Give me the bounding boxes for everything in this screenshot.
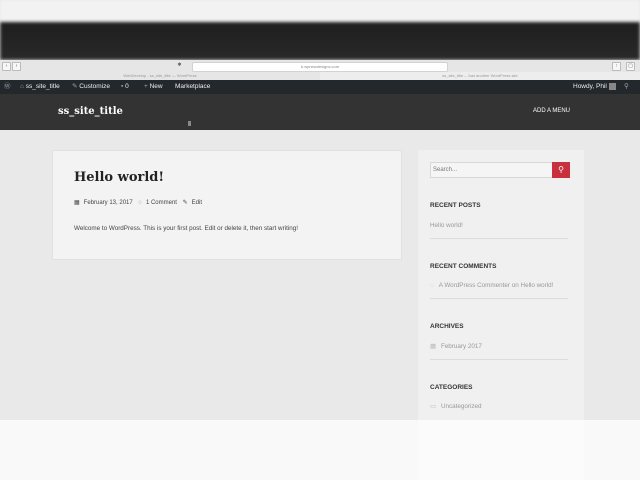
tab-strip: WebDevelop - ss_site_title — WordPress s… <box>0 72 640 80</box>
divider <box>430 238 568 239</box>
comment-icon: ◌ <box>430 282 434 289</box>
search-input[interactable]: Search... <box>430 162 554 178</box>
comments-link[interactable]: ▪ 0 <box>121 80 129 94</box>
search-button[interactable]: ⚲ <box>552 162 570 178</box>
category-text: Uncategorized <box>440 403 482 410</box>
tab-site[interactable]: ss_site_title – Just another WordPress s… <box>320 72 640 80</box>
video-top-overlay <box>0 0 640 60</box>
search-icon[interactable]: ⚲ <box>624 80 629 94</box>
post-meta: ▦ February 13, 2017 ◌ 1 Comment ✎ Edit <box>74 199 206 206</box>
extension-icon[interactable]: ✱ <box>176 62 183 69</box>
recent-posts-title: RECENT POSTS <box>430 202 481 209</box>
post-date[interactable]: February 13, 2017 <box>84 200 133 206</box>
marketplace-link[interactable]: Marketplace <box>175 80 210 94</box>
comments-count: 0 <box>125 83 129 90</box>
customize-link[interactable]: ✎ Customize <box>72 80 110 94</box>
post-comments-link[interactable]: 1 Comment <box>146 200 177 206</box>
site-title[interactable]: ss_site_title <box>58 106 123 117</box>
mouse-cursor <box>188 121 191 126</box>
divider <box>430 298 568 299</box>
categories-title: CATEGORIES <box>430 384 473 391</box>
add-menu-link[interactable]: ADD A MENU <box>533 108 570 114</box>
category-link[interactable]: ▭ Uncategorized <box>430 403 482 410</box>
recent-post-link[interactable]: Hello world! <box>430 222 463 229</box>
folder-icon: ▭ <box>430 403 436 410</box>
wp-admin-bar: Ⓦ ⌂ ss_site_title ✎ Customize ▪ 0 + New … <box>0 80 640 94</box>
calendar-icon: ▦ <box>74 200 80 206</box>
account-menu[interactable]: Howdy, Phil <box>573 80 616 94</box>
howdy-label: Howdy, Phil <box>573 83 607 90</box>
post-edit-link[interactable]: Edit <box>192 200 202 206</box>
archive-text: February 2017 <box>440 343 482 350</box>
admin-site-name: ss_site_title <box>25 83 60 90</box>
address-bar[interactable]: b.wpnewdesigns.com <box>192 62 448 72</box>
search-icon: ⚲ <box>558 165 564 174</box>
share-icon[interactable]: ↑ <box>612 62 621 71</box>
new-content-link[interactable]: + New <box>144 80 163 94</box>
calendar-icon: ▦ <box>430 343 436 350</box>
avatar <box>608 82 616 90</box>
comment-icon: ◌ <box>138 200 142 206</box>
pencil-icon: ✎ <box>182 200 188 206</box>
back-icon[interactable]: ‹ <box>2 62 11 71</box>
browser-toolbar: ‹ › ✱ b.wpnewdesigns.com ↑ ▢ WebDevelop … <box>0 60 640 81</box>
recent-comment-item[interactable]: ◌ A WordPress Commenter on Hello world! <box>430 282 553 289</box>
post-card: Hello world! ▦ February 13, 2017 ◌ 1 Comme… <box>52 150 402 260</box>
archive-link[interactable]: ▦ February 2017 <box>430 343 482 350</box>
tabs-icon[interactable]: ▢ <box>626 62 635 71</box>
admin-site-link[interactable]: ⌂ ss_site_title <box>20 80 60 94</box>
archives-title: ARCHIVES <box>430 323 464 330</box>
customize-label: Customize <box>79 83 110 90</box>
tab-admin[interactable]: WebDevelop - ss_site_title — WordPress <box>0 72 320 80</box>
post-title[interactable]: Hello world! <box>74 170 164 185</box>
wordpress-logo-icon[interactable]: Ⓦ <box>4 80 11 94</box>
video-bottom-overlay <box>0 420 640 480</box>
recent-comments-title: RECENT COMMENTS <box>430 263 497 270</box>
recent-comment-text: A WordPress Commenter on Hello world! <box>438 282 554 289</box>
forward-icon[interactable]: › <box>12 62 21 71</box>
post-body: Welcome to WordPress. This is your first… <box>74 225 298 232</box>
divider <box>430 359 568 360</box>
site-header: ss_site_title ADD A MENU <box>0 94 640 130</box>
new-label: New <box>149 83 163 90</box>
